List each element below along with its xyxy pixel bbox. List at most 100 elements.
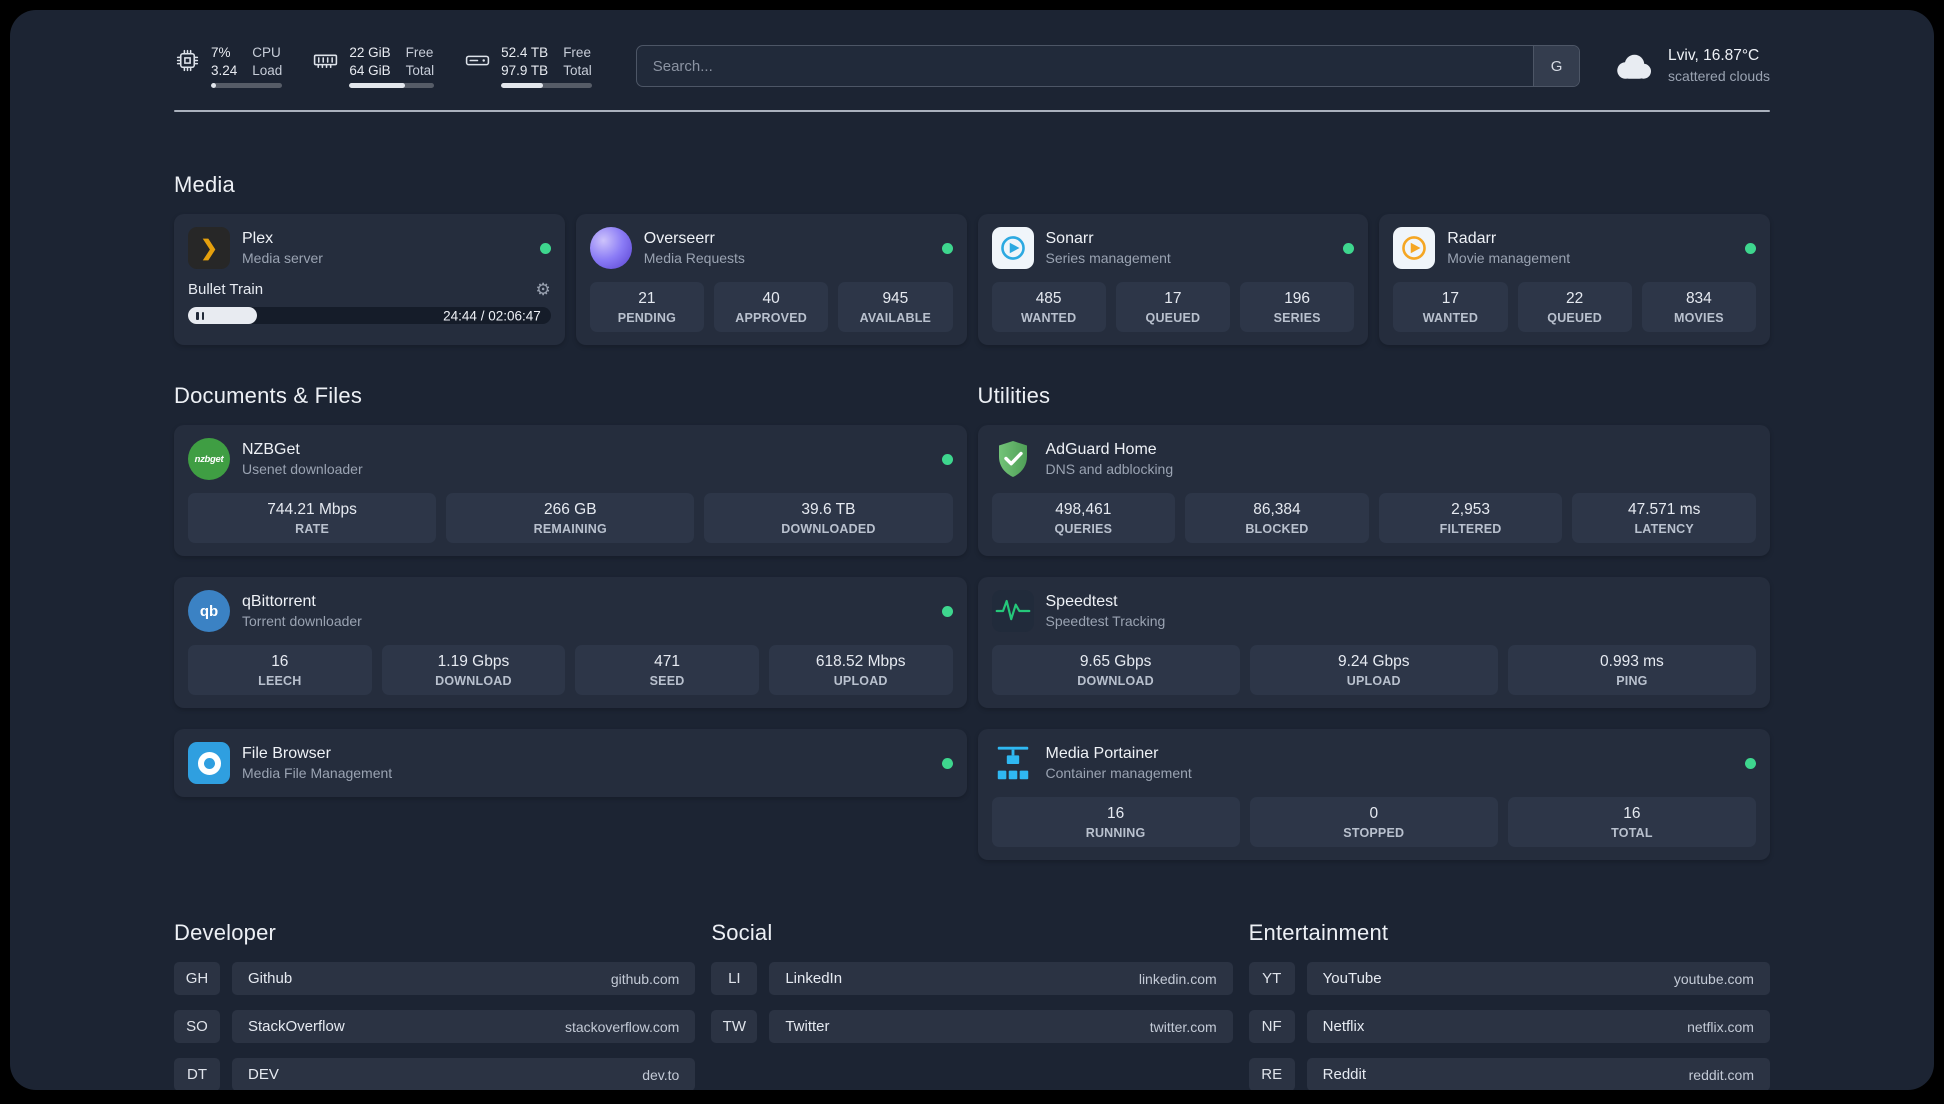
service-subtitle: Container management: [1045, 765, 1192, 782]
speedtest-icon: [991, 590, 1034, 633]
memory-icon: [314, 54, 338, 69]
service-card-speedtest[interactable]: Speedtest Speedtest Tracking 9.65 Gbps D…: [977, 577, 1770, 709]
bookmark-twitter[interactable]: TW Twitter twitter.com: [711, 1010, 1233, 1044]
bookmark-github[interactable]: GH Github github.com: [174, 962, 696, 996]
service-subtitle: Torrent downloader: [242, 613, 362, 630]
storage-total-value: 97.9 TB: [501, 62, 549, 78]
service-subtitle: Media Requests: [643, 250, 745, 267]
stat-available: 945 AVAILABLE: [838, 282, 953, 333]
stat-rate: 744.21 Mbps RATE: [188, 493, 437, 544]
service-card-filebrowser[interactable]: File Browser Media File Management: [174, 729, 967, 798]
stat-remaining: 266 GB REMAINING: [446, 493, 695, 544]
stat-filtered: 2,953 FILTERED: [1378, 493, 1563, 544]
cpu-progress-bar: [211, 83, 283, 89]
memory-progress-bar: [349, 83, 435, 89]
storage-progress-bar: [501, 83, 592, 89]
bookmark-youtube[interactable]: YT YouTube youtube.com: [1248, 962, 1770, 996]
weather-location: Lviv, 16.87°C: [1668, 47, 1760, 65]
service-name: Sonarr: [1045, 229, 1094, 247]
stat-series: 196 SERIES: [1240, 282, 1355, 333]
status-dot: [941, 605, 953, 617]
service-card-sonarr[interactable]: Sonarr Series management 485 WANTED 17 Q…: [977, 214, 1369, 346]
stat-movies: 834 MOVIES: [1641, 282, 1756, 333]
service-name: NZBGet: [242, 440, 300, 458]
bookmark-dev[interactable]: DT DEV dev.to: [174, 1058, 696, 1090]
bookmark-domain: dev.to: [642, 1066, 680, 1083]
search-provider-button[interactable]: G: [1533, 46, 1580, 87]
section-entertainment: Entertainment YT YouTube youtube.com NF …: [1248, 920, 1770, 1090]
bookmark-abbr: TW: [711, 1010, 758, 1044]
section-title-entertainment: Entertainment: [1248, 920, 1389, 946]
storage-total-label: Total: [563, 62, 592, 78]
service-card-plex[interactable]: ❯ Plex Media server Bullet Train ⚙ 24:44…: [174, 214, 565, 346]
plex-icon: ❯: [188, 227, 230, 270]
pause-icon: [196, 311, 199, 320]
status-dot: [1745, 757, 1756, 769]
service-name: Overseerr: [643, 229, 715, 247]
stat-upload: 9.24 Gbps UPLOAD: [1249, 645, 1498, 696]
bookmark-name: Github: [248, 970, 293, 988]
memory-widget: 22 GiB 64 GiB Free Total: [312, 44, 435, 89]
storage-widget: 52.4 TB 97.9 TB Free Total: [464, 44, 592, 89]
bookmark-netflix[interactable]: NF Netflix netflix.com: [1248, 1010, 1770, 1044]
bookmark-domain: twitter.com: [1149, 1018, 1217, 1035]
stat-download: 1.19 Gbps DOWNLOAD: [381, 645, 566, 696]
section-documents: Documents & Files nzbget NZBGet Usenet d…: [174, 383, 967, 860]
stat-downloaded: 39.6 TB DOWNLOADED: [704, 493, 953, 544]
service-name: Media Portainer: [1045, 744, 1159, 762]
bookmark-domain: github.com: [610, 970, 680, 987]
bookmark-name: StackOverflow: [248, 1018, 345, 1036]
section-developer: Developer GH Github github.com SO StackO…: [174, 920, 696, 1090]
cpu-label: CPU: [252, 45, 281, 60]
stat-seed: 471 SEED: [575, 645, 759, 696]
stat-queries: 498,461 QUERIES: [991, 493, 1176, 544]
stat-ping: 0.993 ms PING: [1507, 645, 1757, 696]
service-subtitle: Series management: [1045, 250, 1171, 267]
bookmark-linkedin[interactable]: LI LinkedIn linkedin.com: [711, 962, 1233, 996]
memory-total-value: 64 GiB: [349, 62, 391, 78]
bookmark-abbr: YT: [1248, 962, 1295, 996]
service-card-radarr[interactable]: Radarr Movie management 17 WANTED 22 QUE…: [1379, 214, 1770, 346]
service-card-nzbget[interactable]: nzbget NZBGet Usenet downloader 744.21 M…: [174, 425, 967, 557]
nzbget-icon: nzbget: [188, 438, 230, 481]
weather-condition: scattered clouds: [1668, 68, 1770, 85]
section-media: Media ❯ Plex Media server Bullet Train ⚙: [174, 172, 1770, 346]
memory-total-label: Total: [405, 62, 435, 78]
memory-free-value: 22 GiB: [349, 45, 391, 60]
service-card-adguard[interactable]: AdGuard Home DNS and adblocking 498,461 …: [977, 425, 1770, 557]
cpu-icon: [176, 49, 199, 72]
qbittorrent-icon: qb: [188, 590, 230, 633]
bookmark-domain: netflix.com: [1687, 1018, 1754, 1035]
playback-progress-bar[interactable]: 24:44 / 02:06:47: [188, 307, 551, 325]
bookmark-domain: stackoverflow.com: [564, 1018, 680, 1035]
settings-gear-icon[interactable]: ⚙: [536, 281, 551, 298]
service-name: Radarr: [1447, 229, 1497, 247]
stat-wanted: 485 WANTED: [991, 282, 1106, 333]
cpu-load-label: Load: [252, 62, 283, 78]
bookmark-reddit[interactable]: RE Reddit reddit.com: [1248, 1058, 1770, 1090]
bookmark-abbr: NF: [1248, 1010, 1295, 1044]
portainer-icon: [992, 742, 1034, 784]
service-card-overseerr[interactable]: Overseerr Media Requests 21 PENDING 40 A…: [575, 214, 967, 346]
service-name: File Browser: [242, 744, 331, 762]
service-card-portainer[interactable]: Media Portainer Container management 16 …: [977, 729, 1770, 861]
service-subtitle: Movie management: [1447, 250, 1571, 267]
storage-free-value: 52.4 TB: [501, 45, 549, 60]
memory-free-label: Free: [405, 45, 434, 60]
service-card-qbittorrent[interactable]: qb qBittorrent Torrent downloader 16 LEE…: [174, 577, 967, 709]
stat-running: 16 RUNNING: [991, 797, 1240, 848]
search-input[interactable]: [636, 46, 1534, 87]
bookmark-name: YouTube: [1322, 970, 1382, 988]
section-utilities: Utilities AdGuard Home DNS and adblockin…: [977, 383, 1770, 861]
bookmark-stackoverflow[interactable]: SO StackOverflow stackoverflow.com: [174, 1010, 696, 1044]
divider: [174, 110, 1770, 113]
service-subtitle: Speedtest Tracking: [1045, 613, 1166, 630]
bookmark-domain: linkedin.com: [1138, 970, 1217, 987]
bookmark-domain: youtube.com: [1673, 970, 1754, 987]
cloud-icon: [1617, 54, 1652, 79]
stat-total: 16 TOTAL: [1507, 797, 1757, 848]
radarr-icon: [1393, 227, 1436, 270]
top-bar: 7% 3.24 CPU Load 22 GiB 64 GiB Free Tota…: [174, 44, 1770, 89]
bookmark-abbr: SO: [174, 1010, 220, 1044]
bookmark-name: Reddit: [1322, 1066, 1367, 1084]
